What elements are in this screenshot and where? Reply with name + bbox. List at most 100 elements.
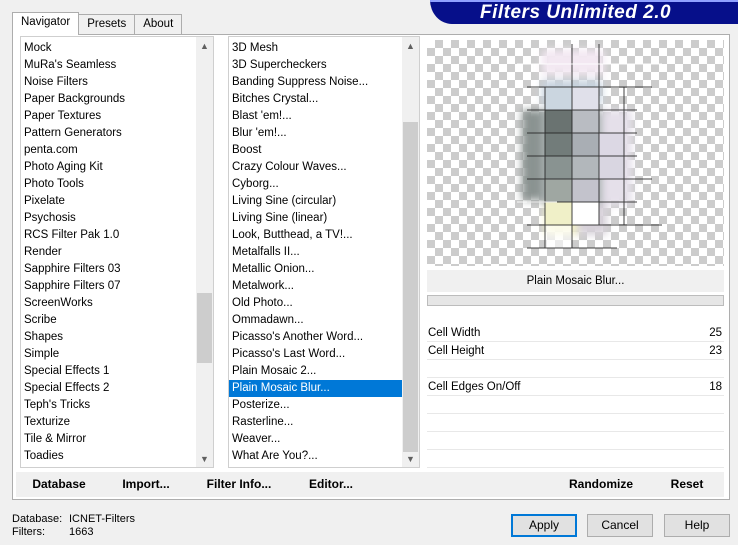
list-item-filter[interactable]: Old Photo... — [229, 295, 402, 312]
list-item-filter[interactable]: Picasso's Another Word... — [229, 329, 402, 346]
list-item-category[interactable]: Paper Backgrounds — [21, 91, 196, 108]
title-banner: Filters Unlimited 2.0 — [430, 0, 738, 24]
list-item-category[interactable]: Sapphire Filters 07 — [21, 278, 196, 295]
list-item-filter[interactable]: Posterize... — [229, 397, 402, 414]
list-item-category[interactable]: Scribe — [21, 312, 196, 329]
list-item-filter[interactable]: Weaver... — [229, 431, 402, 448]
list-item-category[interactable]: RCS Filter Pak 1.0 — [21, 227, 196, 244]
list-item-category[interactable]: Psychosis — [21, 210, 196, 227]
filter-list[interactable]: 3D Mesh 3D Supercheckers Banding Suppress … — [228, 36, 420, 468]
category-scrollbar[interactable]: ▲ ▼ — [196, 37, 213, 467]
list-item-filter[interactable]: Living Sine (linear) — [229, 210, 402, 227]
list-item-filter[interactable]: Boost — [229, 142, 402, 159]
category-scroll-thumb[interactable] — [197, 293, 212, 363]
reset-button[interactable]: Reset — [654, 472, 720, 497]
chevron-down-icon[interactable]: ▼ — [196, 450, 213, 467]
database-button[interactable]: Database — [16, 472, 102, 497]
progress-bar — [427, 295, 724, 306]
list-item-category[interactable]: Pixelate — [21, 193, 196, 210]
list-item-category[interactable]: Mock — [21, 40, 196, 57]
list-item-category[interactable]: Sapphire Filters 03 — [21, 261, 196, 278]
list-item-category[interactable]: Texturize — [21, 414, 196, 431]
list-item-filter[interactable]: Metallic Onion... — [229, 261, 402, 278]
apply-button[interactable]: Apply — [511, 514, 577, 537]
info-database-row: Database: ICNET-Filters — [12, 513, 135, 526]
list-item-category[interactable]: Simple — [21, 346, 196, 363]
app-title: Filters Unlimited 2.0 — [480, 2, 672, 23]
randomize-button[interactable]: Randomize — [560, 472, 642, 497]
info-filters-row: Filters: 1663 — [12, 526, 135, 539]
param-name: Cell Width — [428, 327, 481, 339]
editor-button[interactable]: Editor... — [292, 472, 370, 497]
list-item-filter[interactable]: Plain Mosaic Blur... — [229, 380, 402, 397]
list-item-filter[interactable]: Metalwork... — [229, 278, 402, 295]
list-item-category[interactable]: Toadies — [21, 448, 196, 465]
filters-label: Filters: — [12, 526, 45, 538]
chevron-up-icon[interactable]: ▲ — [196, 37, 213, 54]
param-value: 25 — [709, 327, 722, 339]
param-value: 18 — [709, 381, 722, 393]
param-name: Cell Edges On/Off — [428, 381, 521, 393]
list-item-category[interactable]: Pattern Generators — [21, 125, 196, 142]
param-cell-height[interactable]: Cell Height 23 — [427, 342, 724, 360]
database-label: Database: — [12, 513, 63, 525]
list-item-category[interactable]: Special Effects 1 — [21, 363, 196, 380]
filters-value: 1663 — [69, 526, 94, 538]
import-button[interactable]: Import... — [108, 472, 184, 497]
param-empty — [427, 360, 724, 378]
list-item-category[interactable]: Render — [21, 244, 196, 261]
effect-name-label: Plain Mosaic Blur... — [427, 270, 724, 292]
list-item-filter[interactable]: Cyborg... — [229, 176, 402, 193]
filter-scrollbar[interactable]: ▲ ▼ — [402, 37, 419, 467]
list-item-filter[interactable]: Blast 'em!... — [229, 108, 402, 125]
list-item-filter[interactable]: Banding Suppress Noise... — [229, 74, 402, 91]
list-item-filter[interactable]: 3D Supercheckers — [229, 57, 402, 74]
list-item-category[interactable]: Teph's Tricks — [21, 397, 196, 414]
list-item-category[interactable]: Paper Textures — [21, 108, 196, 125]
list-item-filter[interactable]: Look, Butthead, a TV!... — [229, 227, 402, 244]
list-item-category[interactable]: Tramages — [21, 465, 196, 467]
tab-presets[interactable]: Presets — [78, 14, 136, 34]
list-item-category[interactable]: Photo Tools — [21, 176, 196, 193]
category-list[interactable]: Mock MuRa's Seamless Noise Filters Paper Ba… — [20, 36, 214, 468]
database-info: Database: ICNET-Filters Filters: 1663 — [12, 513, 135, 539]
list-item-category[interactable]: MuRa's Seamless — [21, 57, 196, 74]
param-empty — [427, 414, 724, 432]
list-item-filter[interactable]: Rasterline... — [229, 414, 402, 431]
list-item-filter[interactable]: Metalfalls II... — [229, 244, 402, 261]
filter-scroll-thumb[interactable] — [403, 122, 418, 452]
list-item-category[interactable]: Photo Aging Kit — [21, 159, 196, 176]
list-item-category[interactable]: ScreenWorks — [21, 295, 196, 312]
preview-mosaic-image — [517, 44, 662, 249]
list-item-category[interactable]: penta.com — [21, 142, 196, 159]
help-button[interactable]: Help — [664, 514, 730, 537]
list-item-filter[interactable]: 3D Mesh — [229, 40, 402, 57]
tab-bar: Navigator Presets About — [12, 12, 183, 35]
list-item-filter[interactable]: What Are You?... — [229, 448, 402, 465]
parameter-list: Cell Width 25 Cell Height 23 Cell Edges … — [427, 324, 724, 468]
param-cell-width[interactable]: Cell Width 25 — [427, 324, 724, 342]
action-bar: Database Import... Filter Info... Editor… — [16, 472, 724, 497]
chevron-up-icon[interactable]: ▲ — [402, 37, 419, 54]
tab-navigator[interactable]: Navigator — [12, 12, 80, 35]
list-item-category[interactable]: Tile & Mirror — [21, 431, 196, 448]
list-item-filter[interactable]: Ommadawn... — [229, 312, 402, 329]
tab-about[interactable]: About — [134, 14, 183, 34]
cancel-button[interactable]: Cancel — [587, 514, 653, 537]
list-item-category[interactable]: Noise Filters — [21, 74, 196, 91]
chevron-down-icon[interactable]: ▼ — [402, 450, 419, 467]
list-item-filter[interactable]: Picasso's Last Word... — [229, 346, 402, 363]
filter-info-button[interactable]: Filter Info... — [192, 472, 286, 497]
list-item-category[interactable]: Special Effects 2 — [21, 380, 196, 397]
preview-canvas[interactable] — [427, 40, 724, 266]
param-value: 23 — [709, 345, 722, 357]
list-item-category[interactable]: Shapes — [21, 329, 196, 346]
list-item-filter[interactable]: Plain Mosaic 2... — [229, 363, 402, 380]
list-item-filter[interactable]: Crazy Colour Waves... — [229, 159, 402, 176]
database-value: ICNET-Filters — [69, 513, 135, 525]
param-name: Cell Height — [428, 345, 485, 357]
list-item-filter[interactable]: Living Sine (circular) — [229, 193, 402, 210]
list-item-filter[interactable]: Bitches Crystal... — [229, 91, 402, 108]
param-cell-edges[interactable]: Cell Edges On/Off 18 — [427, 378, 724, 396]
list-item-filter[interactable]: Blur 'em!... — [229, 125, 402, 142]
